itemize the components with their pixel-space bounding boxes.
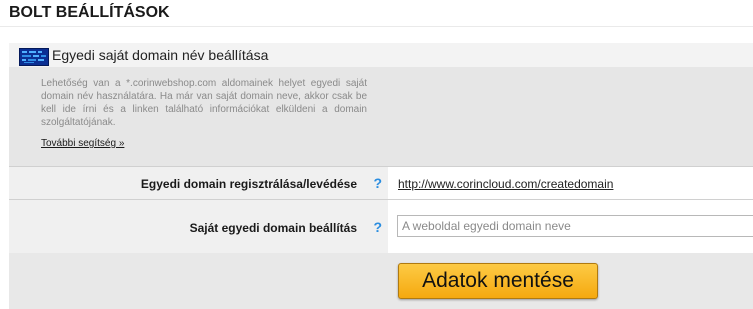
- help-question-icon[interactable]: ?: [373, 219, 382, 235]
- more-help-link[interactable]: További segítség »: [41, 138, 124, 149]
- panel-header: Egyedi saját domain név beállítása: [9, 43, 753, 67]
- domain-register-value-cell: http://www.corincloud.com/createdomain: [388, 167, 753, 199]
- domain-register-label-cell: Egyedi domain regisztrálása/levédése ?: [9, 167, 388, 199]
- help-question-icon[interactable]: ?: [373, 175, 382, 191]
- title-divider: [0, 26, 753, 27]
- custom-domain-label: Saját egyedi domain beállítás: [189, 221, 357, 235]
- panel-title: Egyedi saját domain név beállítása: [52, 47, 269, 63]
- custom-domain-input[interactable]: [397, 215, 753, 237]
- info-text: Lehetőség van a *.corinwebshop.com aldom…: [41, 78, 367, 128]
- domain-register-label: Egyedi domain regisztrálása/levédése: [140, 177, 357, 191]
- form-actions: Adatok mentése: [9, 253, 753, 309]
- page-title: BOLT BEÁLLÍTÁSOK: [9, 4, 170, 21]
- monitor-screen-icon: [19, 48, 49, 66]
- custom-domain-label-cell: Saját egyedi domain beállítás ?: [9, 200, 388, 253]
- info-box: Lehetőség van a *.corinwebshop.com aldom…: [9, 67, 753, 166]
- custom-domain-value-cell: [388, 200, 753, 253]
- save-button[interactable]: Adatok mentése: [398, 263, 598, 299]
- domain-settings-panel: Egyedi saját domain név beállítása Lehet…: [9, 43, 753, 309]
- create-domain-link[interactable]: http://www.corincloud.com/createdomain: [398, 177, 613, 191]
